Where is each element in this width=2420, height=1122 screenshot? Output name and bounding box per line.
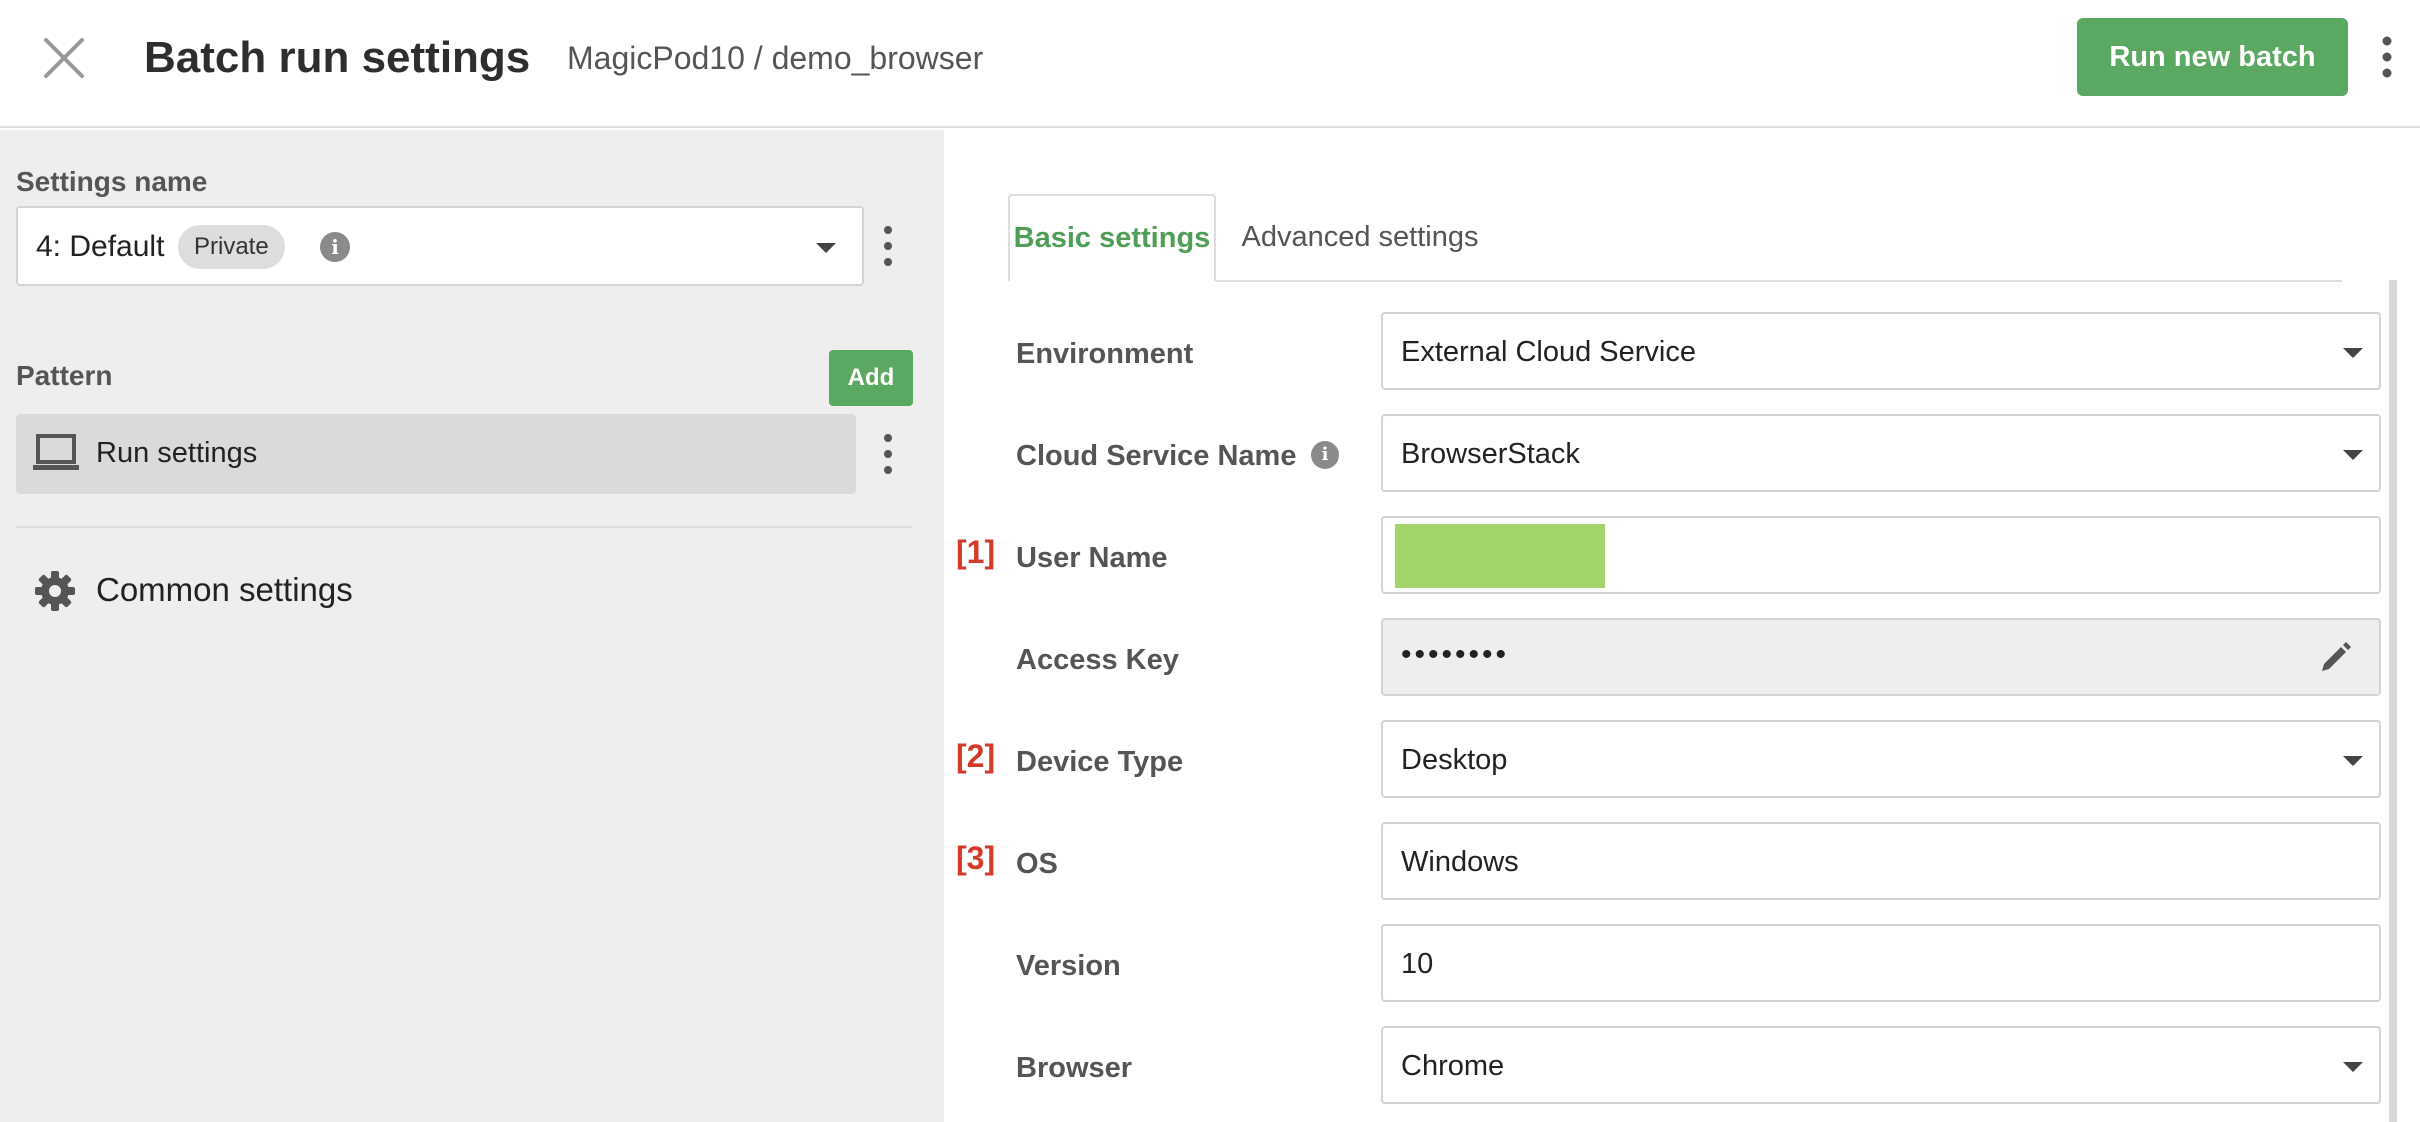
cloud-service-value: BrowserStack — [1401, 438, 1580, 470]
settings-name-value: 4: Default — [36, 230, 165, 263]
gear-icon — [34, 570, 76, 617]
marker-2: [2] — [956, 738, 996, 774]
more-options-icon[interactable] — [2374, 32, 2400, 82]
info-icon[interactable]: i — [320, 232, 350, 262]
sidebar: Settings name 4: Default Private i Patte… — [0, 130, 944, 1122]
version-label: Version — [1016, 950, 1121, 982]
tab-basic-settings[interactable]: Basic settings — [1008, 194, 1216, 282]
chevron-down-icon — [2343, 1062, 2363, 1072]
access-key-label: Access Key — [1016, 644, 1179, 676]
os-label: OS — [1016, 848, 1058, 880]
settings-name-select[interactable]: 4: Default Private i — [16, 206, 864, 286]
add-pattern-button[interactable]: Add — [829, 350, 913, 406]
browser-select[interactable]: Chrome — [1381, 1026, 2381, 1104]
user-name-input[interactable] — [1381, 516, 2381, 594]
breadcrumb: MagicPod10 / demo_browser — [567, 40, 984, 76]
tab-advanced-settings[interactable]: Advanced settings — [1216, 194, 1504, 280]
access-key-value: •••••••• — [1401, 638, 1510, 671]
pattern-more-icon[interactable] — [876, 432, 900, 476]
access-key-field[interactable]: •••••••• — [1381, 618, 2381, 696]
version-input[interactable]: 10 — [1381, 924, 2381, 1002]
device-type-select[interactable]: Desktop — [1381, 720, 2381, 798]
cloud-service-name-label: Cloud Service Name — [1016, 440, 1297, 472]
environment-label: Environment — [1016, 338, 1194, 370]
chevron-down-icon — [2343, 756, 2363, 766]
environment-value: External Cloud Service — [1401, 336, 1696, 368]
settings-name-label: Settings name — [16, 166, 208, 197]
pattern-item-label: Run settings — [96, 437, 258, 469]
device-type-label: Device Type — [1016, 746, 1184, 778]
pattern-label: Pattern — [16, 360, 113, 391]
common-settings-label: Common settings — [96, 571, 353, 608]
settings-more-icon[interactable] — [876, 224, 900, 268]
user-name-label: User Name — [1016, 542, 1168, 574]
private-badge: Private — [178, 225, 285, 269]
environment-select[interactable]: External Cloud Service — [1381, 312, 2381, 390]
os-value: Windows — [1401, 846, 1519, 878]
os-input[interactable]: Windows — [1381, 822, 2381, 900]
edit-pencil-icon[interactable] — [2317, 640, 2353, 676]
info-icon[interactable]: i — [1311, 441, 1339, 469]
panel-scrollbar[interactable] — [2389, 280, 2397, 1122]
page-title: Batch run settings — [144, 33, 531, 82]
chevron-down-icon — [2343, 450, 2363, 460]
version-value: 10 — [1401, 948, 1434, 980]
marker-3: [3] — [956, 840, 996, 876]
pattern-item-run-settings[interactable]: Run settings — [16, 414, 856, 494]
browser-label: Browser — [1016, 1052, 1133, 1084]
chevron-down-icon — [2343, 348, 2363, 358]
device-type-value: Desktop — [1401, 744, 1508, 776]
common-settings-item[interactable]: Common settings — [16, 548, 912, 630]
redacted-overlay — [1395, 524, 1605, 588]
run-new-batch-button[interactable]: Run new batch — [2077, 18, 2348, 96]
header-bar: Batch run settings MagicPod10 / demo_bro… — [0, 0, 2420, 128]
main-panel: Basic settings Advanced settings Environ… — [944, 130, 2420, 1122]
laptop-icon — [32, 432, 80, 479]
chevron-down-icon — [816, 243, 836, 253]
close-icon[interactable] — [38, 32, 90, 84]
sidebar-divider — [16, 526, 912, 528]
browser-value: Chrome — [1401, 1050, 1505, 1082]
marker-1: [1] — [956, 534, 996, 570]
cloud-service-select[interactable]: BrowserStack — [1381, 414, 2381, 492]
